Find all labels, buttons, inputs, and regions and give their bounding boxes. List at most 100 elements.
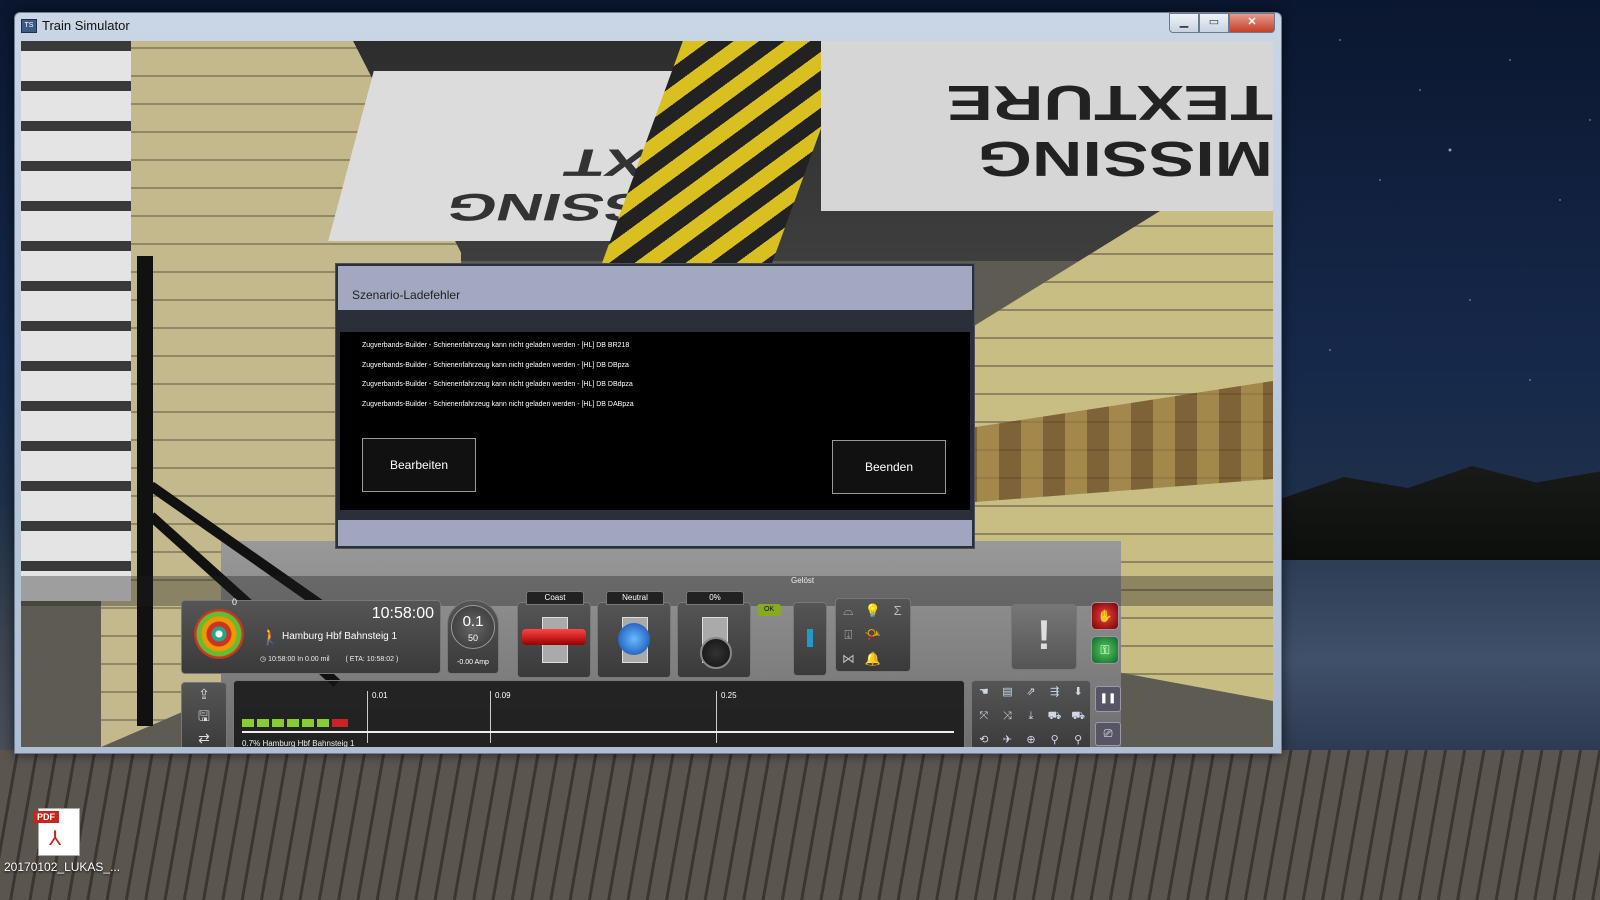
wagon: [302, 719, 314, 727]
track-location: 0.7% Hamburg Hbf Bahnsteig 1: [242, 739, 355, 747]
side-menu: ⇪ 🖫 ⇄: [181, 682, 227, 747]
switch-right-icon[interactable]: ⤨: [996, 705, 1020, 729]
coupling-icon[interactable]: ⇄: [182, 727, 226, 747]
maximize-button[interactable]: ▭: [1199, 13, 1229, 33]
pin-icon[interactable]: ⚲: [1043, 729, 1067, 747]
bulb-icon[interactable]: ⚲: [1066, 729, 1090, 747]
save-icon[interactable]: 🖫: [182, 705, 226, 727]
track-monitor: 0.01 0.09 0.25 0.7% Hamburg Hbf Bahnstei…: [233, 680, 965, 747]
stop-hand-button[interactable]: ✋: [1091, 602, 1119, 630]
track-distance: 0.25: [721, 691, 737, 700]
horn-icon[interactable]: 📯: [861, 623, 886, 647]
camera-button[interactable]: ⎚: [1095, 722, 1121, 746]
acrobat-icon: ⅄: [49, 828, 62, 850]
save-load-icon[interactable]: ⇪: [182, 683, 226, 705]
reverser-label: Coast: [526, 591, 584, 605]
train-brake-lever[interactable]: [793, 602, 827, 676]
key-button[interactable]: ⚿: [1091, 636, 1119, 664]
sander-icon[interactable]: Σ: [885, 599, 910, 623]
tool-grid: ☚ ▤ ⇗ ⇶ ⬇ ⤧ ⤨ ⤓ ⛟ ⛟ ⟲ ✈ ⊕ ⚲ ⚲: [971, 680, 1091, 747]
wooden-pier: [0, 750, 1600, 900]
pdf-tag: PDF: [33, 811, 59, 823]
direction-arrows-icon[interactable]: [618, 623, 650, 655]
dialog-footer: [338, 520, 972, 546]
error-message: Zugverbands-Builder - Schienenfahrzeug k…: [362, 400, 634, 408]
game-viewport[interactable]: MISSING TEXT MISSING TEXTURE Szenario-La…: [21, 41, 1273, 747]
target-ring-icon: [194, 609, 244, 659]
pantograph-icon[interactable]: ⍗: [836, 623, 861, 647]
wagon: [242, 719, 254, 727]
cab-light-icon[interactable]: ⋈: [836, 647, 861, 671]
aws-indicator: OK: [757, 604, 781, 616]
lake: [1280, 560, 1600, 760]
left-structure: [21, 41, 131, 601]
missing-texture-sign-right: MISSING TEXTURE: [821, 41, 1273, 211]
desktop-pdf-file[interactable]: PDF ⅄ 20170102_LUKAS_...: [4, 808, 121, 874]
dialog-header: Szenario-Ladefehler: [338, 266, 972, 310]
dialog-title: Szenario-Ladefehler: [352, 288, 461, 302]
brake-level-indicator: [807, 629, 813, 647]
amperage: -0.00 Amp: [457, 659, 489, 666]
brake-handle[interactable]: [700, 637, 732, 669]
hand-icon[interactable]: ☚: [972, 681, 996, 705]
track-distance: 0.01: [372, 691, 388, 700]
sign-right-text: MISSING TEXTURE: [946, 75, 1273, 187]
brake-label: 0%: [686, 591, 744, 605]
app-icon: TS: [21, 19, 37, 33]
signal-count: 0: [232, 597, 238, 607]
quit-button[interactable]: Beenden: [832, 440, 946, 494]
pause-button[interactable]: ❚❚: [1095, 686, 1121, 712]
throttle-control[interactable]: Neutral: [597, 591, 671, 678]
arrow-down-icon[interactable]: ⬇: [1066, 681, 1090, 705]
alert-panel: !: [1011, 604, 1077, 670]
car-icon[interactable]: ⛟: [1043, 705, 1067, 729]
wagon: [287, 719, 299, 727]
schedule-time: 10:58:00: [268, 656, 296, 663]
destination: Hamburg Hbf Bahnsteig 1: [282, 631, 398, 642]
track-distance: 0.09: [495, 691, 511, 700]
speedometer: 0.1 50 -0.00 Amp: [447, 600, 499, 674]
plane-icon[interactable]: ✈: [996, 729, 1020, 747]
close-button[interactable]: ✕: [1229, 13, 1275, 33]
speed-limit: 50: [467, 633, 478, 643]
junction-icon[interactable]: ⇶: [1043, 681, 1067, 705]
minimize-button[interactable]: ▁: [1169, 13, 1199, 33]
switch-left-icon[interactable]: ⤧: [972, 705, 996, 729]
walking-person-icon: 🚶: [260, 629, 280, 646]
schedule-line: ◷ 10:58:00 In 0.00 mil ( ETA: 10:58:02 ): [260, 655, 398, 663]
empty-slot: [885, 647, 910, 671]
car-icon[interactable]: ⛟: [1066, 705, 1090, 729]
globe-icon[interactable]: ⊕: [1019, 729, 1043, 747]
gelost-label: Gelöst: [791, 576, 815, 585]
pdf-icon: PDF ⅄: [33, 808, 80, 856]
wiper-icon[interactable]: ⌓: [836, 599, 861, 623]
coupler-icon[interactable]: ⤓: [1019, 705, 1043, 729]
error-message: Zugverbands-Builder - Schienenfahrzeug k…: [362, 342, 630, 349]
train-icon[interactable]: ▤: [996, 681, 1020, 705]
reverser-handle[interactable]: [522, 629, 586, 645]
point-icon[interactable]: ⇗: [1019, 681, 1043, 705]
scenario-load-error-dialog: Szenario-Ladefehler Zugverbands-Builder …: [335, 263, 975, 549]
wagon: [257, 719, 269, 727]
error-message: Zugverbands-Builder - Schienenfahrzeug k…: [362, 361, 629, 369]
title-bar[interactable]: TS Train Simulator ▁ ▭ ✕: [15, 13, 1281, 39]
exclamation-icon: !: [1037, 611, 1051, 658]
train-simulator-window: TS Train Simulator ▁ ▭ ✕ MISSING TEXT MI…: [14, 12, 1282, 754]
rotate-icon[interactable]: ⟲: [972, 729, 996, 747]
eta: ( ETA: 10:58:02 ): [345, 656, 399, 663]
brake-control[interactable]: 0%: [677, 591, 751, 678]
error-list: Zugverbands-Builder - Schienenfahrzeug k…: [362, 340, 634, 418]
edit-button[interactable]: Bearbeiten: [362, 438, 476, 492]
desktop-icon-label: 20170102_LUKAS_...: [4, 860, 121, 874]
reverser-control[interactable]: Coast: [517, 591, 591, 678]
track-marker: [367, 691, 368, 743]
track-marker: [716, 691, 717, 743]
empty-slot: [885, 623, 910, 647]
track-marker: [490, 691, 491, 743]
throttle-label: Neutral: [606, 591, 664, 605]
dialog-body: Zugverbands-Builder - Schienenfahrzeug k…: [340, 332, 970, 510]
bell-icon[interactable]: 🔔: [861, 647, 886, 671]
headlight-icon[interactable]: 💡: [861, 599, 886, 623]
wagon: [272, 719, 284, 727]
speed-value: 0.1: [462, 613, 484, 630]
